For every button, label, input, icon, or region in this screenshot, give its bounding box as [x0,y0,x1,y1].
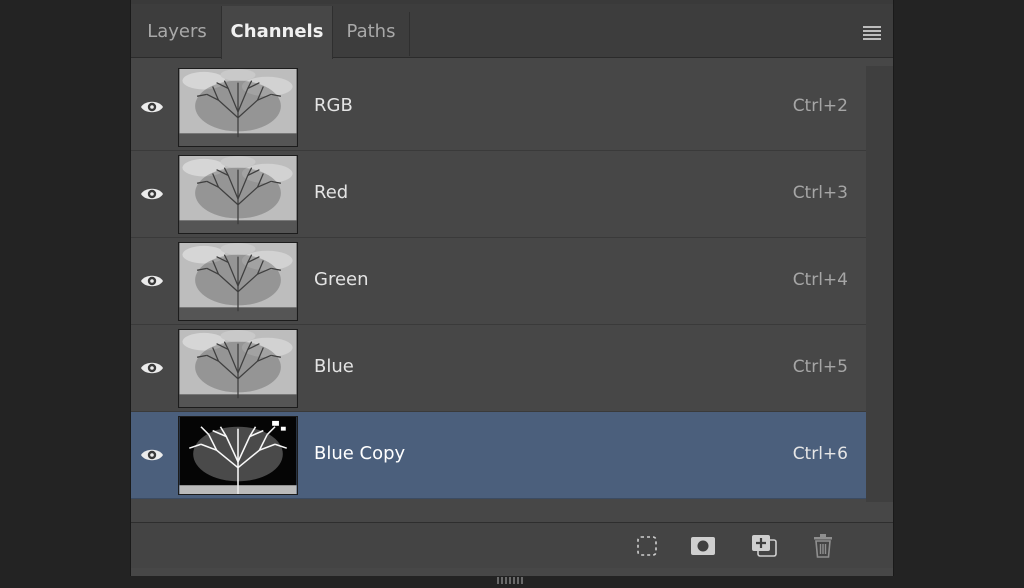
channel-name: Green [314,269,369,290]
channel-row-blue[interactable]: Blue Ctrl+5 [131,325,866,412]
channel-list: RGB Ctrl+2 Red Ctrl+3 Green Ctrl+4 Blue … [131,64,866,499]
channel-shortcut: Ctrl+6 [792,444,848,464]
channel-name: Blue [314,356,354,377]
channel-thumbnail [178,416,298,495]
eye-icon[interactable] [140,95,164,119]
save-selection-as-channel-icon[interactable] [689,532,717,560]
channel-name: Red [314,182,349,203]
channels-panel: Layers Channels Paths RGB Ctrl+2 Red Ctr… [130,0,894,584]
eye-icon[interactable] [140,182,164,206]
channel-shortcut: Ctrl+4 [792,270,848,290]
tab-paths[interactable]: Paths [333,6,409,58]
hamburger-menu-icon[interactable] [863,26,881,40]
eye-icon[interactable] [140,443,164,467]
delete-channel-icon[interactable] [809,532,837,560]
channel-row-rgb[interactable]: RGB Ctrl+2 [131,64,866,151]
resize-grip[interactable] [497,569,527,584]
channel-row-green[interactable]: Green Ctrl+4 [131,238,866,325]
channel-shortcut: Ctrl+3 [792,183,848,203]
channel-thumbnail [178,155,298,234]
channel-row-blue-copy[interactable]: Blue Copy Ctrl+6 [131,412,866,499]
tab-layers[interactable]: Layers [133,6,221,58]
scrollbar[interactable] [866,66,893,502]
channel-thumbnail [178,242,298,321]
eye-icon[interactable] [140,356,164,380]
channel-shortcut: Ctrl+2 [792,96,848,116]
channel-thumbnail [178,68,298,147]
panel-footer [131,522,893,568]
eye-icon[interactable] [140,269,164,293]
panel-tab-bar: Layers Channels Paths [131,4,893,59]
channel-row-red[interactable]: Red Ctrl+3 [131,151,866,238]
channel-name: Blue Copy [314,443,406,464]
create-new-channel-icon[interactable] [750,532,778,560]
channel-shortcut: Ctrl+5 [792,357,848,377]
channel-thumbnail [178,329,298,408]
load-channel-as-selection-icon[interactable] [633,532,661,560]
channel-name: RGB [314,95,353,116]
tab-separator [409,12,410,56]
tab-channels[interactable]: Channels [221,6,333,59]
